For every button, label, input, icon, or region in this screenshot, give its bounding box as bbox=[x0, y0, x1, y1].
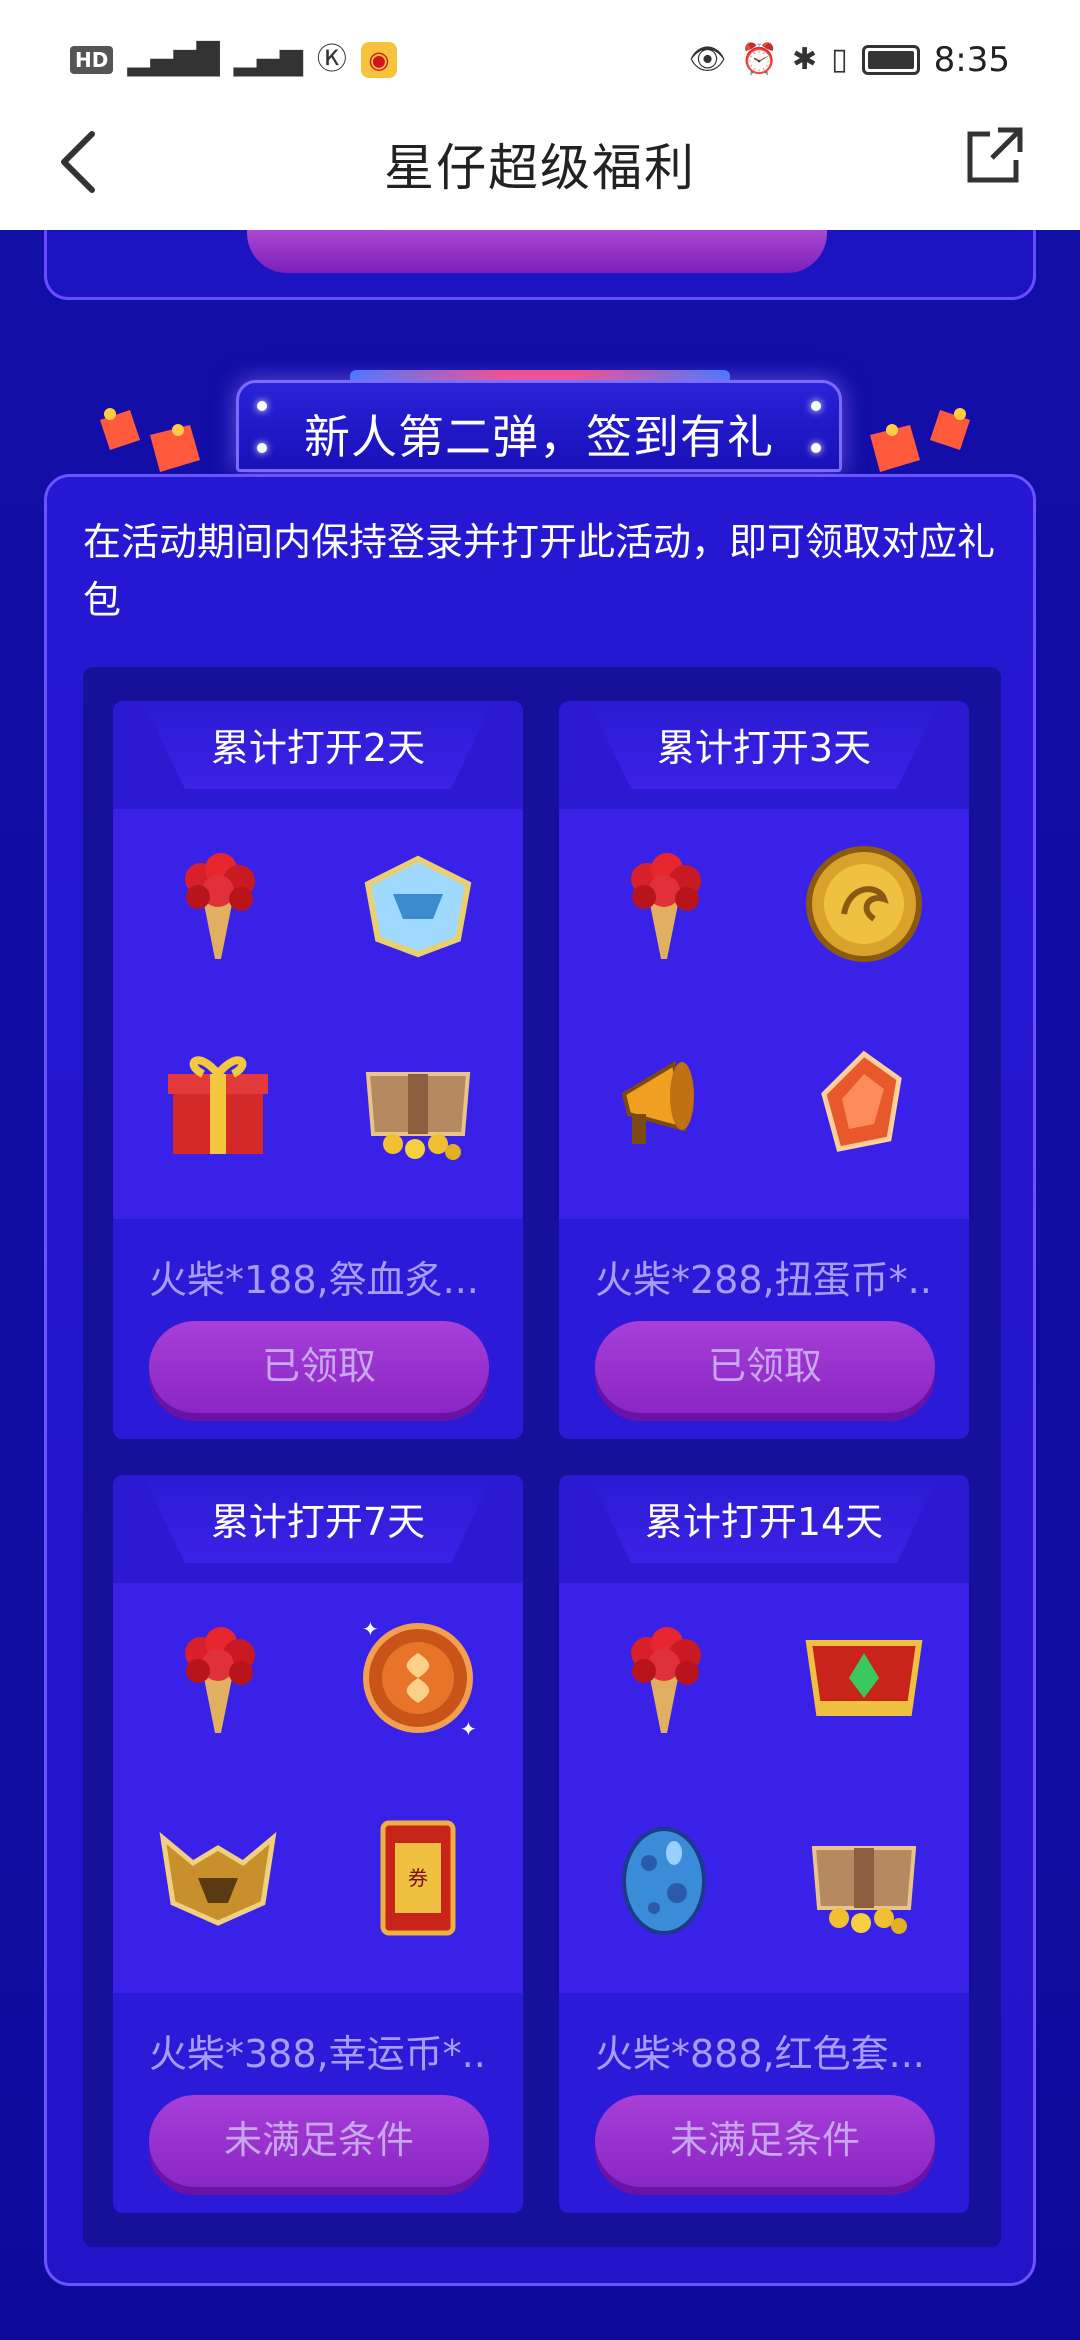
previous-card-button[interactable] bbox=[247, 230, 827, 273]
helmet-icon bbox=[343, 829, 493, 979]
battery-icon bbox=[861, 45, 920, 75]
signal-x-icon: ▂▄▆ bbox=[233, 42, 303, 77]
reward-card: 累计打开2天 火柴*188,祭血炙... 已领取 bbox=[113, 701, 523, 1439]
status-time: 8:35 bbox=[933, 40, 1010, 80]
svg-text:券: 券 bbox=[408, 1866, 428, 1890]
reward-description: 火柴*888,红色套... bbox=[595, 2032, 925, 2076]
reward-card: 累计打开3天 火柴*288,扭蛋币*... 已领取 bbox=[559, 701, 969, 1439]
signal-5g-icon: ▂▄▆█ bbox=[127, 42, 220, 77]
reward-card-title: 累计打开7天 bbox=[210, 1500, 426, 1544]
app-header: 星仔超级福利 bbox=[0, 100, 1080, 230]
treasure-ticket-icon: 券 bbox=[343, 1803, 493, 1953]
reward-card-title: 累计打开3天 bbox=[656, 726, 872, 770]
page-title: 星仔超级福利 bbox=[384, 139, 696, 197]
red-crown-icon bbox=[789, 1603, 939, 1753]
horned-helmet-icon bbox=[143, 1803, 293, 1953]
section-banner: 新人第二弹，签到有礼 bbox=[0, 370, 1080, 480]
unmet-condition-button[interactable]: 未满足条件 bbox=[149, 2095, 489, 2187]
treasure-chest-icon bbox=[789, 1803, 939, 1953]
reward-items: ✦ ✦ 券 bbox=[113, 1583, 523, 1993]
dragon-coin-icon bbox=[789, 829, 939, 979]
section-title-banner: 新人第二弹，签到有礼 bbox=[236, 380, 842, 472]
hd-icon: HD bbox=[70, 46, 114, 74]
gift-box-icon bbox=[143, 1029, 293, 1179]
reward-card-header: 累计打开14天 bbox=[559, 1475, 969, 1583]
weibo-icon: ◉ bbox=[360, 42, 397, 78]
share-external-icon[interactable] bbox=[960, 120, 1030, 190]
reward-description: 火柴*188,祭血炙... bbox=[149, 1258, 479, 1302]
reward-card-title: 累计打开14天 bbox=[644, 1500, 884, 1544]
rose-bouquet-icon bbox=[143, 1603, 293, 1753]
reward-items bbox=[113, 809, 523, 1219]
page-content[interactable]: 新人第二弹，签到有礼 在活动期间内保持登录并打开此活动，即可领取对应礼包 累计打… bbox=[0, 230, 1080, 2340]
claimed-button[interactable]: 已领取 bbox=[595, 1321, 935, 1413]
reward-card-header: 累计打开7天 bbox=[113, 1475, 523, 1583]
alarm-icon: ⏰ bbox=[740, 42, 778, 77]
previous-card bbox=[44, 230, 1036, 300]
blue-egg-icon bbox=[589, 1803, 739, 1953]
reward-card: 累计打开14天 火柴*888,红色套... 未满足条件 bbox=[559, 1475, 969, 2213]
treasure-chest-icon bbox=[343, 1029, 493, 1179]
rose-bouquet-icon bbox=[589, 829, 739, 979]
reward-card-header: 累计打开3天 bbox=[559, 701, 969, 809]
claimed-button[interactable]: 已领取 bbox=[149, 1321, 489, 1413]
crystal-icon bbox=[789, 1029, 939, 1179]
lucky-coin-icon: ✦ ✦ bbox=[343, 1603, 493, 1753]
reward-grid: 累计打开2天 火柴*188,祭血炙... 已领取 累计打开3天 火柴*288,扭… bbox=[83, 667, 1001, 2247]
reward-card: 累计打开7天 ✦ ✦ 券 火柴*388,幸运币*... 未满足条件 bbox=[113, 1475, 523, 2213]
svg-text:✦: ✦ bbox=[362, 1617, 379, 1641]
reward-items bbox=[559, 809, 969, 1219]
reward-description: 火柴*288,扭蛋币*... bbox=[595, 1258, 935, 1302]
svg-text:✦: ✦ bbox=[460, 1717, 477, 1741]
reward-description: 火柴*388,幸运币*... bbox=[149, 2032, 489, 2076]
reward-card-header: 累计打开2天 bbox=[113, 701, 523, 809]
eye-icon: 👁 bbox=[688, 42, 727, 77]
megaphone-icon bbox=[589, 1029, 739, 1179]
rose-bouquet-icon bbox=[589, 1603, 739, 1753]
reward-items bbox=[559, 1583, 969, 1993]
unmet-condition-button[interactable]: 未满足条件 bbox=[595, 2095, 935, 2187]
bluetooth-icon: ✱ bbox=[791, 42, 818, 77]
reward-card-title: 累计打开2天 bbox=[210, 726, 426, 770]
section-title: 新人第二弹，签到有礼 bbox=[304, 410, 774, 464]
k-icon: Ⓚ bbox=[316, 42, 347, 77]
status-right: 👁 ⏰ ✱ ▯ 8:35 bbox=[689, 40, 1010, 80]
checkin-card: 在活动期间内保持登录并打开此活动，即可领取对应礼包 累计打开2天 火柴*188,… bbox=[44, 474, 1036, 2286]
activity-description: 在活动期间内保持登录并打开此活动，即可领取对应礼包 bbox=[83, 520, 996, 622]
vibrate-icon: ▯ bbox=[831, 42, 848, 77]
rose-bouquet-icon bbox=[143, 829, 293, 979]
status-left: HD ▂▄▆█ ▂▄▆ Ⓚ ◉ bbox=[70, 40, 397, 80]
